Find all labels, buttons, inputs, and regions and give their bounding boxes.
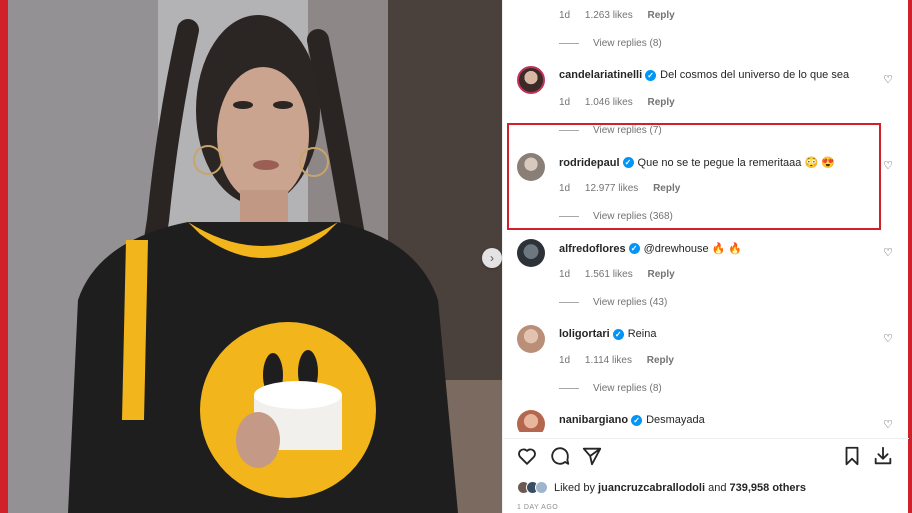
like-comment-heart-icon[interactable]: ♡ (883, 73, 893, 86)
view-replies-label: View replies (43) (593, 297, 668, 308)
left-frame-border (0, 0, 8, 513)
comment-username[interactable]: nanibargiano (559, 414, 628, 426)
highlight-box (507, 123, 881, 230)
liked-by-summary[interactable]: Liked by juancruzcabrallodoli and 739,95… (517, 481, 806, 494)
like-comment-heart-icon[interactable]: ♡ (883, 332, 893, 345)
like-heart-icon[interactable] (516, 445, 538, 467)
comment-likes[interactable]: 1.263 likes (585, 10, 633, 21)
avatar[interactable] (517, 239, 545, 267)
verified-badge-icon: ✓ (628, 243, 640, 254)
view-replies-label: View replies (8) (593, 38, 662, 49)
comment-body: Del cosmos del universo de lo que sea (660, 69, 850, 81)
view-replies-button[interactable]: View replies (8) (559, 383, 662, 394)
post-image: › (8, 0, 502, 513)
verified-badge-icon: ✓ (612, 328, 624, 340)
comment-time: 1d (559, 269, 571, 280)
divider (559, 302, 579, 303)
reply-button[interactable]: Reply (648, 10, 675, 21)
comment-username[interactable]: loligortari (559, 328, 610, 340)
comment-text: loligortari ✓ Reina (559, 328, 656, 340)
liker-avatar (535, 481, 548, 494)
avatar[interactable] (517, 410, 545, 432)
comment-body: @drewhouse 🔥 🔥 (643, 243, 743, 255)
comment-time: 1d (559, 10, 571, 21)
next-image-button[interactable]: › (482, 248, 502, 268)
comment-meta: 1d 1.114 likes Reply (559, 355, 686, 366)
comment-body: Desmayada (646, 414, 705, 426)
liked-user[interactable]: juancruzcabrallodoli (598, 482, 705, 494)
post-actions-bar: Liked by juancruzcabrallodoli and 739,95… (503, 438, 909, 513)
liked-by-text: Liked by juancruzcabrallodoli and 739,95… (554, 482, 806, 494)
comment-likes[interactable]: 1.046 likes (585, 97, 633, 108)
avatar[interactable] (517, 325, 545, 353)
comment-meta: 1d 1.263 likes Reply (559, 10, 687, 21)
post-timestamp[interactable]: 1 DAY AGO (517, 504, 558, 511)
comments-panel: 1d 1.263 likes Reply View replies (8) ca… (502, 0, 909, 513)
comment-text: alfredoflores ✓ @drewhouse 🔥 🔥 (559, 242, 743, 256)
reply-button[interactable]: Reply (647, 355, 674, 366)
post-photo-illustration (8, 0, 502, 513)
comment-username[interactable]: alfredoflores (559, 243, 626, 255)
comment-bubble-icon[interactable] (549, 445, 571, 467)
view-replies-button[interactable]: View replies (43) (559, 297, 667, 308)
like-comment-heart-icon[interactable]: ♡ (883, 159, 893, 172)
view-replies-button[interactable]: View replies (8) (559, 38, 662, 49)
comment-text: candelariatinelli ✓ Del cosmos del unive… (559, 69, 849, 81)
reply-button[interactable]: Reply (648, 97, 675, 108)
comment-likes[interactable]: 1.561 likes (585, 269, 633, 280)
verified-badge-icon: ✓ (631, 414, 643, 426)
liked-prefix: Liked by (554, 481, 595, 494)
like-comment-heart-icon[interactable]: ♡ (883, 246, 893, 259)
reply-button[interactable]: Reply (648, 269, 675, 280)
liked-count[interactable]: 739,958 others (730, 482, 806, 494)
comment-body: Reina (627, 328, 657, 340)
liked-and: and (708, 481, 727, 494)
share-send-icon[interactable] (581, 445, 603, 467)
divider (559, 388, 579, 389)
comment-time: 1d (559, 355, 571, 366)
like-comment-heart-icon[interactable]: ♡ (883, 418, 893, 431)
comment-meta: 1d 1.561 likes Reply (559, 269, 687, 280)
comment-time: 1d (559, 97, 571, 108)
comment-meta: 1d 1.046 likes Reply (559, 97, 687, 108)
avatar[interactable] (517, 66, 545, 94)
download-icon[interactable] (872, 445, 894, 467)
comment-username[interactable]: candelariatinelli (559, 69, 642, 81)
verified-badge-icon: ✓ (645, 69, 657, 81)
view-replies-label: View replies (8) (593, 383, 662, 394)
divider (559, 43, 579, 44)
comment-text: nanibargiano ✓ Desmayada (559, 414, 705, 426)
comment-likes[interactable]: 1.114 likes (585, 355, 632, 366)
save-bookmark-icon[interactable] (841, 445, 863, 467)
